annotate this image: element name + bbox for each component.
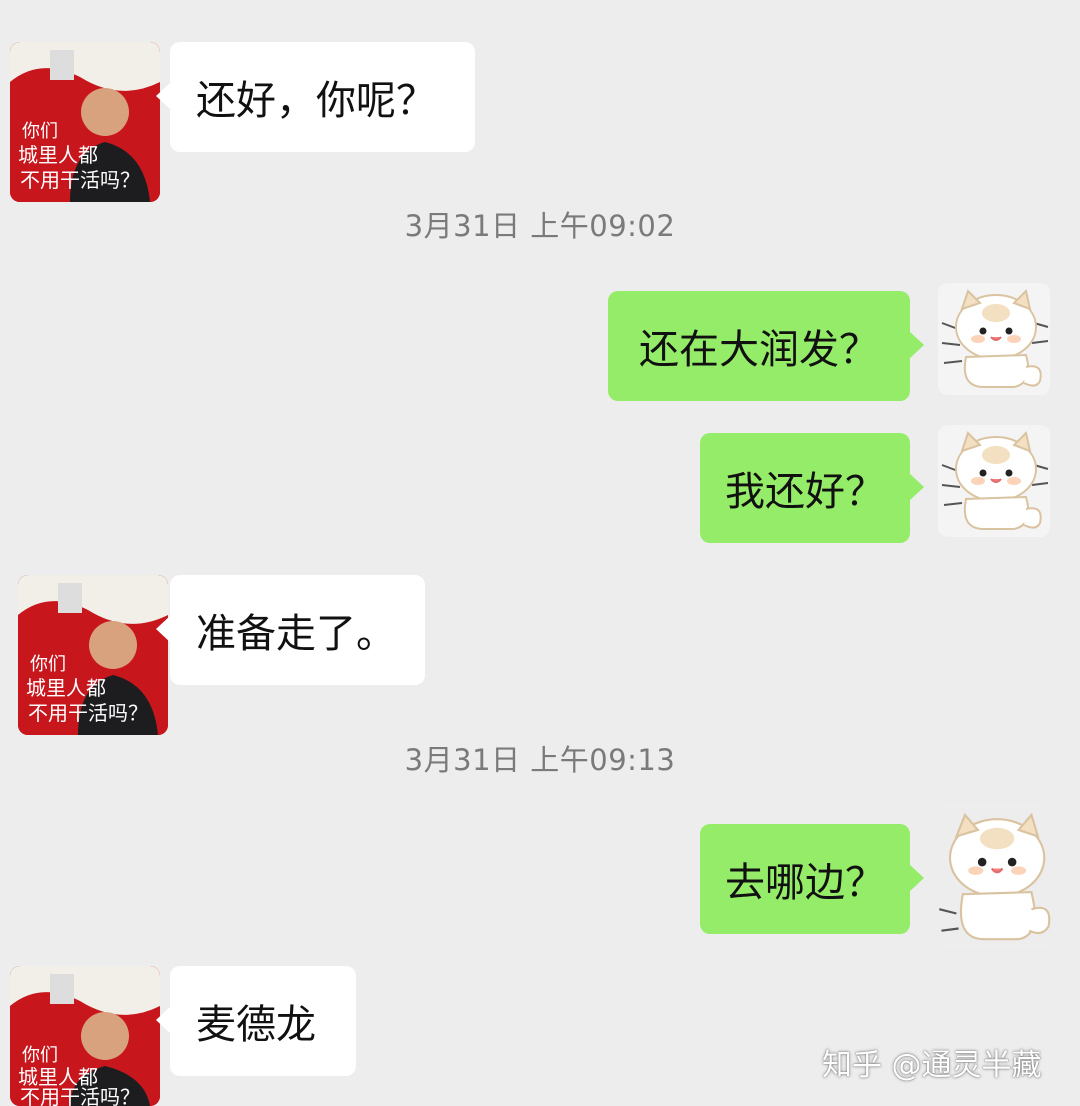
- cat-sticker-avatar-icon: [935, 806, 1055, 946]
- message-text: 还在大润发？: [639, 327, 879, 373]
- cat-sticker-avatar-icon: [938, 283, 1050, 395]
- meme-avatar-icon: 你们 城里人都 不用干活吗？: [10, 42, 160, 202]
- watermark: 知乎 @通灵半藏: [822, 1048, 1042, 1083]
- avatar-caption-line-3: 不用干活吗？: [20, 1086, 140, 1106]
- contact-avatar[interactable]: 你们 城里人都 不用干活吗？: [18, 575, 168, 735]
- avatar-caption-line-1: 你们: [22, 1045, 58, 1065]
- message-text: 还好，你呢？: [196, 78, 436, 124]
- contact-avatar[interactable]: 你们 城里人都 不用干活吗？: [10, 966, 160, 1106]
- avatar-caption-line-2: 城里人都: [26, 677, 106, 700]
- my-avatar[interactable]: [938, 283, 1050, 395]
- avatar-caption-line-3: 不用干活吗？: [28, 702, 148, 725]
- incoming-message-bubble[interactable]: 麦德龙: [156, 966, 356, 1076]
- contact-avatar[interactable]: 你们 城里人都 不用干活吗？: [10, 42, 160, 202]
- meme-avatar-icon: 你们 城里人都 不用干活吗？: [10, 966, 160, 1106]
- message-text: 准备走了。: [196, 611, 396, 657]
- message-text: 去哪边？: [725, 860, 885, 906]
- avatar-caption-line-2: 城里人都: [18, 144, 98, 167]
- timestamp: 3月31日 上午09:13: [404, 743, 676, 777]
- avatar-caption-line-1: 你们: [30, 654, 66, 674]
- timestamp: 3月31日 上午09:02: [404, 209, 676, 243]
- avatar-caption-line-3: 不用干活吗？: [20, 169, 140, 192]
- message-text: 我还好？: [725, 469, 885, 515]
- avatar-caption-line-2: 城里人都: [18, 1066, 98, 1089]
- cat-sticker-avatar-icon: [938, 425, 1050, 537]
- message-text: 麦德龙: [196, 1002, 316, 1048]
- outgoing-message-bubble[interactable]: 我还好？: [700, 433, 924, 543]
- meme-avatar-icon: 你们 城里人都 不用干活吗？: [18, 575, 168, 735]
- my-avatar[interactable]: [935, 806, 1055, 946]
- incoming-message-bubble[interactable]: 准备走了。: [156, 575, 425, 685]
- avatar-caption-line-1: 你们: [22, 121, 58, 141]
- incoming-message-bubble[interactable]: 还好，你呢？: [156, 42, 475, 152]
- my-avatar[interactable]: [938, 425, 1050, 537]
- outgoing-message-bubble[interactable]: 还在大润发？: [608, 291, 924, 401]
- outgoing-message-bubble[interactable]: 去哪边？: [700, 824, 924, 934]
